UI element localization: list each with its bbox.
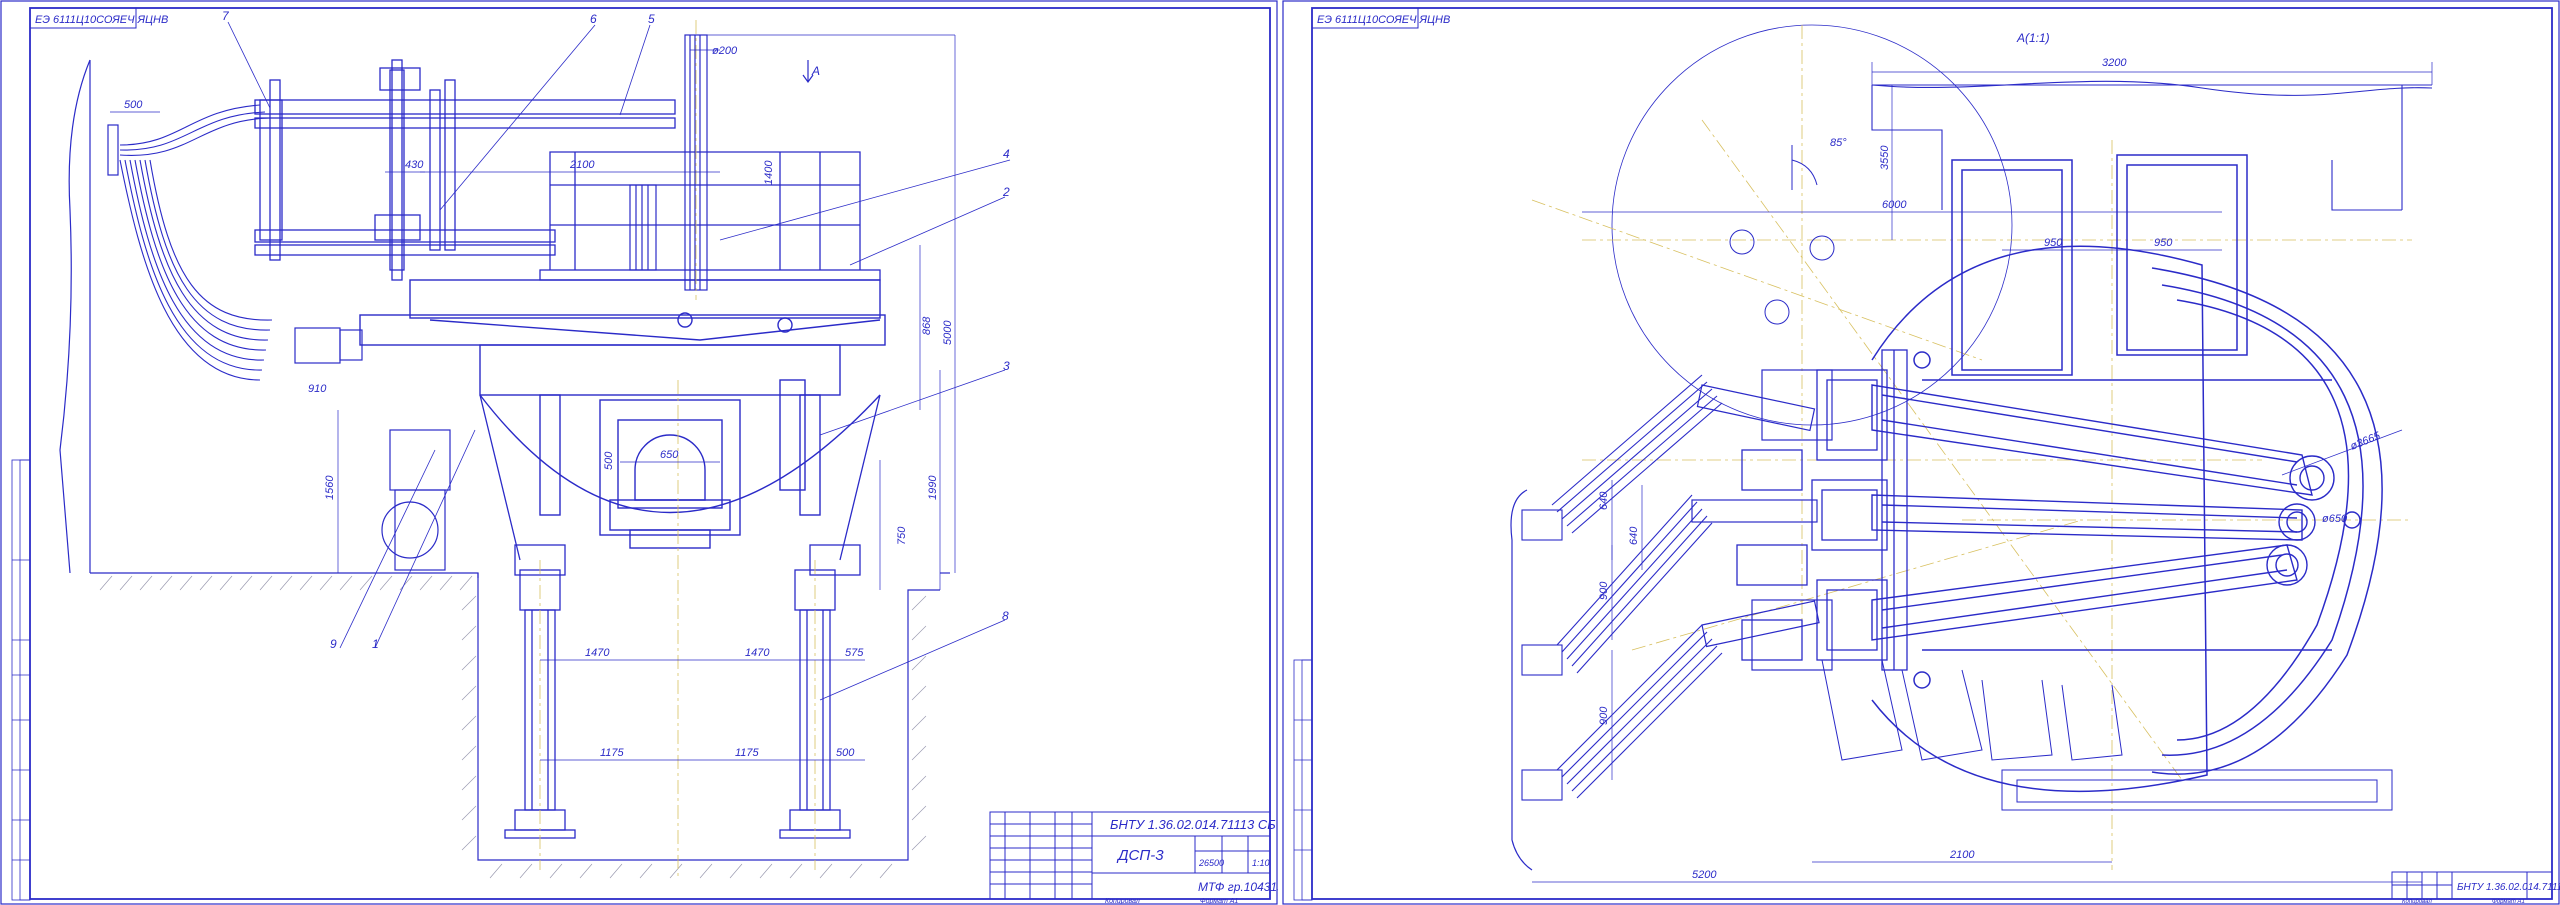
dim-500-door: 500: [603, 451, 615, 470]
title-scale: 1:10: [1252, 858, 1270, 868]
title-org: МТФ гр.104319: [1198, 880, 1278, 894]
dim-650: 650: [660, 449, 679, 461]
dim-430: 430: [405, 159, 424, 171]
dim-2100-right: 2100: [1949, 849, 1975, 861]
dim-1400: 1400: [763, 160, 775, 185]
building-wall: [1871, 80, 2433, 211]
dim-1990: 1990: [927, 475, 939, 500]
dim-868: 868: [921, 316, 933, 335]
view-marker: A: [811, 64, 820, 78]
foundation-steps: [1821, 659, 2393, 811]
dim-640-b: 640: [1628, 526, 1640, 545]
title-format-right: Формат А1: [2492, 899, 2525, 905]
sheet-left-svg: ЕЭ 6111Ц10СОЯЕЧ ЯЦНВ 7 6 5 4 2 3 9 1 8 A…: [0, 0, 1278, 905]
dimension-lines-right: [1532, 62, 2433, 883]
dim-575: 575: [845, 647, 864, 659]
dim-1175-a: 1175: [600, 747, 625, 759]
dim-500-bottom: 500: [836, 747, 855, 759]
title-doc-code: БНТУ 1.36.02.014.71113 СБ: [1110, 817, 1276, 832]
electrode: [629, 34, 708, 291]
ground-contour: [90, 572, 950, 861]
dim-3550: 3550: [1879, 145, 1891, 170]
dim-d3665: ø3665: [2349, 430, 2383, 453]
dim-85deg: 85°: [1830, 137, 1847, 149]
dim-640-a: 640: [1598, 491, 1610, 510]
hydraulic-cylinders-right: [1691, 369, 1833, 671]
dim-5200: 5200: [1692, 869, 1717, 881]
dim-910: 910: [308, 383, 327, 395]
dim-500-top: 500: [124, 99, 143, 111]
drawing-sheet-left: ЕЭ 6111Ц10СОЯЕЧ ЯЦНВ 7 6 5 4 2 3 9 1 8 A…: [0, 0, 1278, 905]
title-copied: Копировал: [1105, 898, 1140, 905]
dim-1175-b: 1175: [735, 747, 760, 759]
dim-5000: 5000: [942, 320, 954, 345]
center-lines-right: [1531, 25, 2412, 870]
dim-2100: 2100: [569, 159, 595, 171]
dim-6000: 6000: [1882, 199, 1907, 211]
electrode-arms-right: [1871, 384, 2335, 641]
left-wall: [59, 59, 119, 574]
dim-900-a: 900: [1598, 581, 1610, 600]
ground-hatching: [99, 575, 927, 879]
dim-d650: ø650: [2322, 513, 2348, 525]
leader-2: 2: [1002, 185, 1010, 199]
electrode-holes: [1729, 145, 1835, 325]
leader-8: 8: [1002, 609, 1009, 623]
title-format: Формат А1: [1200, 898, 1238, 905]
leader-6: 6: [590, 12, 597, 26]
dim-750: 750: [896, 526, 908, 545]
leader-lines: [227, 21, 1011, 701]
inner-frame-right: [1311, 7, 2553, 900]
leader-9: 9: [330, 637, 337, 651]
margin-stamp-column: [11, 459, 31, 901]
electrode-arms: [254, 67, 676, 256]
drive-unit: [294, 327, 451, 571]
service-platform: [539, 151, 881, 281]
title-copied-right: Копировал: [2402, 899, 2432, 905]
leader-4: 4: [1003, 147, 1010, 161]
electrode-masts: [259, 59, 456, 281]
cable-bundle: [119, 104, 273, 381]
margin-stamp-column-right: [1293, 659, 1313, 901]
dim-950-a: 950: [2044, 237, 2063, 249]
leader-1: 1: [372, 637, 379, 651]
title-mass: 26500: [1198, 858, 1224, 868]
outer-frame-right: [1282, 0, 2560, 905]
leader-7: 7: [222, 9, 230, 23]
furnace-body: [359, 279, 886, 549]
dim-1470-a: 1470: [585, 647, 610, 659]
dim-1560: 1560: [324, 475, 336, 500]
corner-stamp: ЕЭ 6111Ц10СОЯЕЧ ЯЦНВ: [35, 14, 168, 26]
title-doc-code-right: БНТУ 1.36.02.014.71113 СБ: [2457, 882, 2560, 893]
corner-stamp-right: ЕЭ 6111Ц10СОЯЕЧ ЯЦНВ: [1317, 14, 1450, 26]
sheet-right-svg: ЕЭ 6111Ц10СОЯЕЧ ЯЦНВ A(1:1) 3200 3550 85…: [1282, 0, 2560, 905]
leader-5: 5: [648, 12, 655, 26]
inner-frame: [29, 7, 1271, 900]
left-wall-right: [1510, 489, 1533, 871]
leader-3: 3: [1003, 359, 1010, 373]
dim-3200: 3200: [2102, 57, 2127, 69]
drawing-sheet-right: ЕЭ 6111Ц10СОЯЕЧ ЯЦНВ A(1:1) 3200 3550 85…: [1282, 0, 2560, 905]
dim-d200: ø200: [712, 45, 738, 57]
dim-1470-b: 1470: [745, 647, 770, 659]
dim-900-b: 900: [1598, 706, 1610, 725]
furnace-shell: [1871, 154, 2383, 793]
cable-bundles-right: [1521, 374, 1723, 801]
dim-950-b: 950: [2154, 237, 2173, 249]
title-product: ДСП-3: [1116, 847, 1164, 864]
tilt-cylinders: [504, 569, 851, 839]
view-title: A(1:1): [2016, 31, 2050, 45]
